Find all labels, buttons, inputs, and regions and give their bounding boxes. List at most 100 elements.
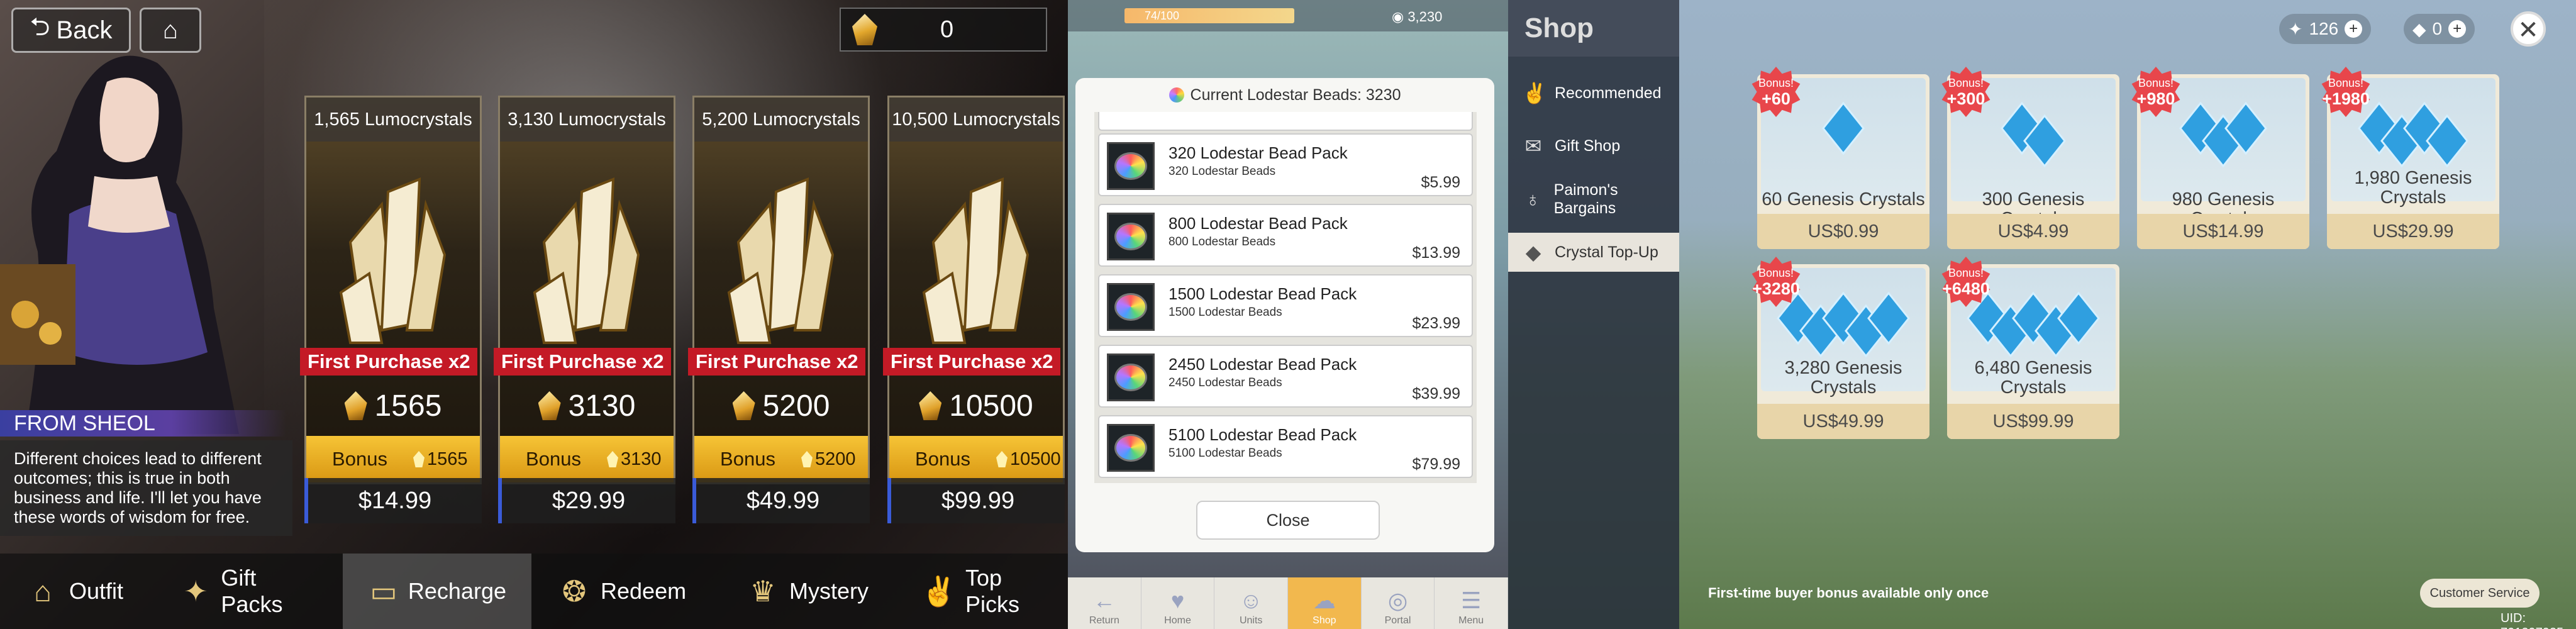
lumocrystal-card[interactable]: 1,565 Lumocrystals First Purchase x2 1565 B…: [300, 96, 482, 484]
bonus-value: 3130: [607, 449, 662, 470]
crystal-amount: 5200: [694, 381, 868, 431]
nav-top-picks[interactable]: ✌ Top Picks: [896, 554, 1068, 629]
menu-icon: ☰: [1461, 587, 1482, 613]
lumocrystal-image: [727, 177, 835, 344]
character-portrait: [0, 55, 239, 434]
sidebar-item-gift-shop[interactable]: ✉ Gift Shop: [1508, 123, 1679, 169]
card-title: 1,565 Lumocrystals: [306, 97, 480, 142]
close-icon[interactable]: ✕: [2511, 11, 2546, 47]
nav-outfit[interactable]: ⌂ Outfit: [0, 554, 154, 629]
crystal-title: 6,480 Genesis Crystals: [1974, 358, 2092, 398]
genesis-crystal-card[interactable]: 3,280 Genesis Crystals US$49.99 Bonus! +328…: [1752, 257, 1929, 439]
crystal-title: 60 Genesis Crystals: [1762, 189, 1925, 209]
crystal-amount-value: 5200: [762, 389, 830, 423]
price-button[interactable]: $29.99: [498, 478, 675, 523]
character-quote: Different choices lead to different outc…: [0, 440, 292, 536]
nav-mystery[interactable]: ♛ Mystery: [720, 554, 896, 629]
nav-home[interactable]: ♥ Home: [1141, 577, 1215, 629]
add-primogem-button[interactable]: +: [2345, 20, 2363, 38]
bonus-value: +60: [1762, 89, 1790, 108]
pack-subtitle: 320 Lodestar Beads: [1169, 165, 1276, 178]
return-icon: ←: [1092, 587, 1116, 613]
bonus-value: +6480: [1942, 279, 1990, 298]
lumocrystal-shop-panel: ⮌ Back ⌂ 0 FROM SHEOL Different choices …: [0, 0, 1068, 629]
nav-shop[interactable]: ☁ Shop: [1288, 577, 1362, 629]
bead-pack-list[interactable]: 320 Lodestar Bead Pack 320 Lodestar Beads…: [1094, 112, 1477, 483]
status-bar: 74/100 ◉ 3,230: [1068, 0, 1508, 31]
lumocrystal-icon: [607, 451, 618, 467]
lodestar-shop-panel: 74/100 ◉ 3,230 Current Lodestar Beads: 3…: [1068, 0, 1508, 629]
bonus-badge: Bonus! +60: [1751, 67, 1801, 117]
nav-label: Outfit: [69, 578, 124, 604]
bead-pack-row[interactable]: 5100 Lodestar Bead Pack 5100 Lodestar Bea…: [1098, 415, 1473, 478]
nav-label: Shop: [1313, 615, 1336, 626]
sidebar-item-recommended[interactable]: ✌ Recommended: [1508, 70, 1679, 116]
units-icon: ☺: [1239, 587, 1263, 613]
bottom-nav: ← Return ♥ Home ☺ Units ☁ Shop ◎ Portal ☰ Menu: [1068, 577, 1508, 629]
lodestar-bead-icon: [1169, 87, 1184, 103]
lumocrystal-card[interactable]: 3,130 Lumocrystals First Purchase x2 3130 B…: [494, 96, 675, 484]
price-button[interactable]: $49.99: [692, 478, 870, 523]
pack-price: $79.99: [1412, 455, 1460, 473]
bonus-value: +300: [1946, 89, 1985, 108]
lumocrystal-card[interactable]: 5,200 Lumocrystals First Purchase x2 5200 B…: [688, 96, 870, 484]
nav-label: Units: [1239, 615, 1263, 626]
bead-pack-thumbnail: [1107, 424, 1155, 472]
bag-icon: ♁: [1525, 187, 1541, 211]
nav-units[interactable]: ☺ Units: [1214, 577, 1289, 629]
bead-pack-row[interactable]: 800 Lodestar Bead Pack 800 Lodestar Beads…: [1098, 204, 1473, 267]
price-button[interactable]: $99.99: [887, 478, 1065, 523]
crystal-price: US$14.99: [2137, 214, 2309, 249]
close-button[interactable]: Close: [1196, 501, 1380, 540]
lumocrystal-icon: [801, 451, 813, 467]
bonus-value-text: 1565: [427, 448, 468, 469]
add-genesis-button[interactable]: +: [2448, 20, 2467, 38]
price-button[interactable]: $14.99: [304, 478, 482, 523]
lumocrystal-balance: 0: [840, 8, 1047, 52]
nav-return[interactable]: ← Return: [1068, 577, 1141, 629]
lumocrystal-card[interactable]: 10,500 Lumocrystals First Purchase x2 1050…: [883, 96, 1065, 484]
pack-title: 800 Lodestar Bead Pack: [1169, 214, 1348, 233]
dialog-header: Current Lodestar Beads: 3230: [1075, 78, 1494, 112]
genesis-crystal-card[interactable]: 6,480 Genesis Crystals US$99.99 Bonus! +648…: [1941, 257, 2119, 439]
sidebar-item-crystal-top-up[interactable]: ◆ Crystal Top-Up: [1508, 233, 1679, 272]
bonus-value: 5200: [801, 449, 856, 470]
customer-service-button[interactable]: Customer Service: [2420, 579, 2540, 608]
genesis-crystal-card[interactable]: 980 Genesis CrystalsUS$14.99Bonus!+980: [2131, 67, 2309, 249]
genesis-crystal-card[interactable]: 60 Genesis Crystals US$0.99 Bonus! +60: [1752, 67, 1929, 249]
pack-subtitle: 1500 Lodestar Beads: [1169, 306, 1282, 319]
genesis-crystal-card[interactable]: 300 Genesis CrystalsUS$4.99Bonus!+300: [1941, 67, 2119, 249]
pack-price: $5.99: [1421, 174, 1460, 191]
crystal-amount: 3130: [500, 381, 674, 431]
lodestar-bead-icon: [1114, 293, 1147, 321]
nav-menu[interactable]: ☰ Menu: [1435, 577, 1508, 629]
lumocrystal-icon: [732, 391, 755, 420]
bead-pack-row[interactable]: 1500 Lodestar Bead Pack 1500 Lodestar Bea…: [1098, 274, 1473, 337]
shop-sidebar: Shop ✌ Recommended ✉ Gift Shop ♁ Paimon's Bar…: [1508, 0, 1679, 629]
nav-label: Gift Packs: [221, 565, 283, 617]
bonus-value: 1565: [413, 449, 468, 470]
pack-title: 320 Lodestar Bead Pack: [1169, 143, 1348, 162]
nav-gift-packs[interactable]: ✦ Gift Packs: [154, 554, 343, 629]
nav-redeem[interactable]: ❂ Redeem: [531, 554, 720, 629]
bonus-badge: Bonus! +300: [1941, 67, 1991, 117]
crystal-price: US$0.99: [1757, 214, 1929, 249]
nav-recharge[interactable]: ▭ Recharge: [343, 554, 531, 629]
card-title: 5,200 Lumocrystals: [694, 97, 868, 142]
crystal-icon: ◆: [1525, 241, 1541, 264]
crystal-amount-value: 1565: [374, 389, 442, 423]
nav-portal[interactable]: ◎ Portal: [1362, 577, 1435, 629]
bead-pack-row[interactable]: 2450 Lodestar Bead Pack 2450 Lodestar Bea…: [1098, 345, 1473, 408]
nav-label: Return: [1089, 615, 1119, 626]
genesis-counter: ◆ 0 +: [2404, 14, 2475, 44]
genesis-crystal-card[interactable]: 1,980 Genesis Crystals US$29.99 Bonus! +198…: [2321, 67, 2499, 249]
bead-pack-row[interactable]: 320 Lodestar Bead Pack 320 Lodestar Beads…: [1098, 133, 1473, 196]
sidebar-item-paimon-s-bargains[interactable]: ♁ Paimon's Bargains: [1508, 174, 1679, 225]
shop-title: Shop: [1508, 0, 1679, 57]
bonus-label: Bonus!: [2138, 77, 2174, 89]
bonus-label: Bonus: [332, 448, 387, 470]
first-buyer-note: First-time buyer bonus available only on…: [1708, 585, 1989, 601]
bonus-value: 10500: [996, 449, 1061, 470]
lumocrystal-icon: [538, 391, 561, 420]
character-name-banner: FROM SHEOL: [0, 410, 286, 437]
